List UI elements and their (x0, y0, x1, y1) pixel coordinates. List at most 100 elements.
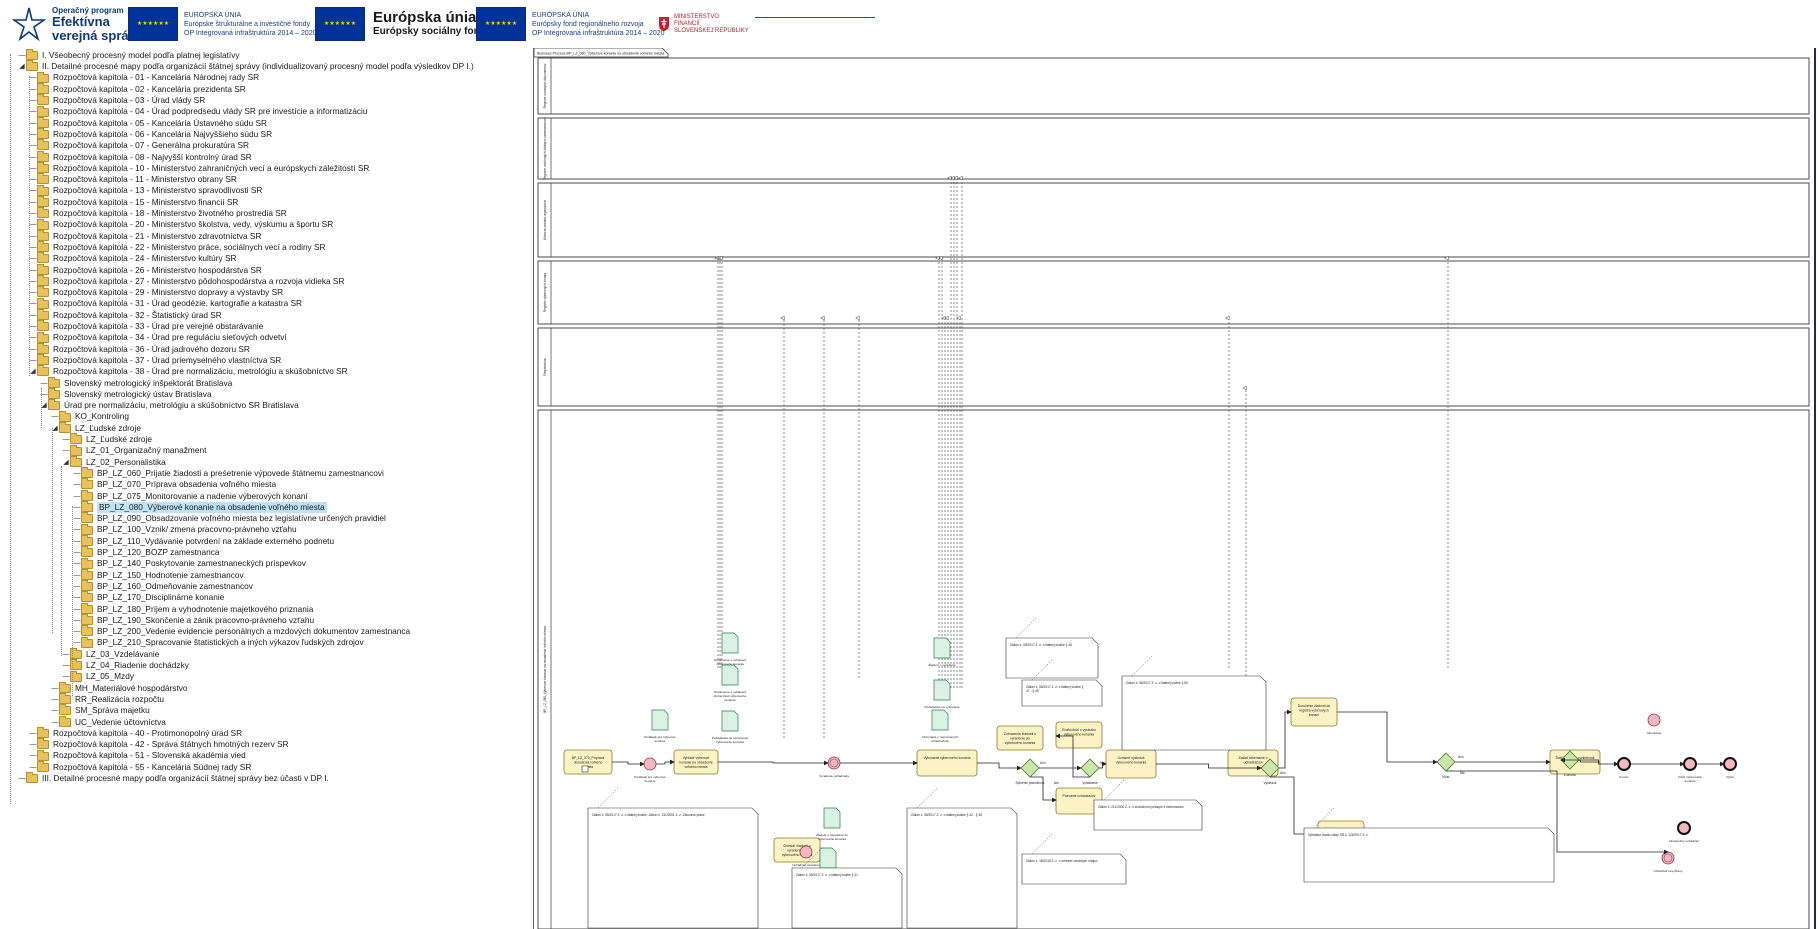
tree-node[interactable]: — BP_LZ_190_Skončenie a zánik pracovno-pr… (73, 614, 314, 626)
tree-node[interactable]: — Rozpočtová kapitola - 04 - Úrad podpred… (29, 105, 368, 118)
tree-node-label[interactable]: SM_Správa majetku (75, 705, 150, 716)
bpmn-diagram[interactable]: Business Process BP_LZ_080_Výberové kona… (534, 48, 1814, 929)
tree-node-label[interactable]: BP_LZ_190_Skončenie a zánik pracovno-prá… (97, 615, 314, 626)
tree-node-label[interactable]: Rozpočtová kapitola - 27 - Ministerstvo … (53, 276, 344, 287)
tree-node[interactable]: — BP_LZ_120_BOZP zamestnanca (73, 546, 220, 558)
tree-node[interactable]: — Rozpočtová kapitola - 24 - Ministerstvo… (29, 252, 237, 264)
tree-node-label[interactable]: Rozpočtová kapitola - 13 - Ministerstvo … (53, 185, 262, 196)
tree-node-label[interactable]: BP_LZ_090_Obsadzovanie voľného miesta be… (97, 513, 386, 524)
tree-node-label[interactable]: Rozpočtová kapitola - 03 - Úrad vlády SR (53, 95, 205, 106)
tree-node[interactable]: — Rozpočtová kapitola - 06 - Kancelária N… (29, 128, 272, 140)
tree-node[interactable]: — Rozpočtová kapitola - 32 - Štatistický … (29, 308, 222, 321)
bpmn-event[interactable] (799, 845, 813, 859)
tree-node[interactable]: — BP_LZ_110_Vydávanie potvrdení na základ… (73, 534, 334, 547)
tree-node[interactable]: — BP_LZ_080_Výberové konanie na obsadenie… (73, 501, 327, 514)
tree-node[interactable]: — UC_Vedenie účtovníctva (51, 715, 166, 728)
tree-node-label[interactable]: KO_Kontroling (75, 411, 129, 422)
tree-node-label[interactable]: BP_LZ_100_Vznik/ zmena pracovno-právneho… (97, 524, 297, 535)
tree-node-label[interactable]: Rozpočtová kapitola - 06 - Kancelária Na… (53, 129, 272, 140)
tree-node[interactable]: ◢ LZ_Ľudské zdroje (51, 421, 141, 434)
tree-node[interactable]: — BP_LZ_060_Prijatie žiadosti a preśetren… (73, 467, 384, 479)
bpmn-diagram-viewer[interactable]: Business Process BP_LZ_080_Výberové kona… (533, 48, 1816, 929)
tree-node[interactable]: — Rozpočtová kapitola - 42 - Správa štátn… (29, 738, 289, 750)
tree-node-label[interactable]: BP_LZ_075_Monitorovanie a nadenie výbero… (97, 491, 308, 502)
tree-node-label[interactable]: LZ_01_Organizačný manažment (86, 445, 206, 456)
tree-node-label[interactable]: BP_LZ_160_Odmeňovanie zamestnancov (97, 581, 253, 592)
tree-node-label[interactable]: Rozpočtová kapitola - 55 - Kancelária Sú… (53, 762, 251, 773)
tree-node-label[interactable]: RR_Realizácia rozpočtu (75, 694, 164, 705)
tree-node[interactable]: — Rozpočtová kapitola - 33 - Úrad pre ver… (29, 320, 263, 332)
tree-node[interactable]: — BP_LZ_200_Vedenie evidencie personálnyc… (73, 625, 410, 637)
bpmn-event[interactable] (1617, 757, 1631, 771)
tree-node[interactable]: — Rozpočtová kapitola - 07 - Generálna pr… (29, 139, 249, 151)
bpmn-event[interactable] (1647, 713, 1661, 727)
tree-node[interactable]: — Rozpočtová kapitola - 08 - Najvyšší kon… (29, 150, 252, 163)
tree-node-label[interactable]: LZ_04_Riadenie dochádzky (86, 660, 189, 671)
tree-node[interactable]: — Rozpočtová kapitola - 37 - Úrad priemys… (29, 354, 281, 366)
tree-node[interactable]: — Rozpočtová kapitola - 22 - Ministerstvo… (29, 241, 326, 253)
tree-node-label[interactable]: Rozpočtová kapitola - 04 - Úrad podpreds… (53, 106, 368, 117)
tree-node-label[interactable]: Rozpočtová kapitola - 34 - Úrad pre regu… (53, 332, 287, 343)
tree-node-label[interactable]: Rozpočtová kapitola - 05 - Kancelária Ús… (53, 118, 267, 129)
tree-node[interactable]: — LZ_01_Organizačný manažment (62, 444, 206, 457)
tree-node-label[interactable]: LZ_Ľudské zdroje (75, 423, 141, 434)
tree-node-label[interactable]: BP_LZ_150_Hodnotenie zamestnancov (97, 570, 244, 581)
tree-node-label[interactable]: BP_LZ_200_Vedenie evidencie personálnych… (97, 626, 410, 637)
tree-node-label[interactable]: Rozpočtová kapitola - 32 - Štatistický ú… (53, 310, 222, 321)
tree-node-label[interactable]: UC_Vedenie účtovníctva (75, 717, 166, 728)
tree-node-label[interactable]: Rozpočtová kapitola - 33 - Úrad pre vere… (53, 321, 263, 332)
tree-node[interactable]: — Rozpočtová kapitola - 05 - Kancelária Ú… (29, 116, 267, 129)
bpmn-event[interactable] (1723, 757, 1737, 771)
tree-node[interactable]: — Rozpočtová kapitola - 15 - Ministerstvo… (29, 195, 238, 208)
tree-node-label[interactable]: Slovenský metrologický ústav Bratislava (64, 389, 212, 400)
tree-node-label[interactable]: Rozpočtová kapitola - 11 - Ministerstvo … (53, 174, 237, 185)
tree-node-label[interactable]: Rozpočtová kapitola - 36 - Úrad jadrovéh… (53, 344, 250, 355)
tree-node-label[interactable]: BP_LZ_170_Disciplinárne konanie (97, 592, 224, 603)
tree-node[interactable]: — Rozpočtová kapitola - 11 - Ministerstvo… (29, 173, 237, 185)
tree-node[interactable]: — Rozpočtová kapitola - 10 - Ministerstvo… (29, 162, 369, 174)
tree-node[interactable]: — BP_LZ_150_Hodnotenie zamestnancov (73, 568, 244, 581)
tree-node[interactable]: — BP_LZ_100_Vznik/ zmena pracovno-právneh… (73, 523, 297, 536)
tree-node-label[interactable]: Slovenský metrologický inšpektorát Brati… (64, 378, 232, 389)
tree-node[interactable]: — Rozpočtová kapitola - 26 - Ministerstvo… (29, 263, 262, 276)
tree-node[interactable]: — Rozpočtová kapitola - 02 - Kancelária p… (29, 82, 246, 95)
tree-node-label[interactable]: BP_LZ_110_Vydávanie potvrdení na základe… (97, 536, 334, 547)
tree-node[interactable]: — RR_Realizácia rozpočtu (51, 693, 164, 705)
tree-node[interactable]: — Rozpočtová kapitola - 29 - Ministerstvo… (29, 286, 283, 298)
tree-node-label[interactable]: Rozpočtová kapitola - 40 - Protimonopoln… (53, 728, 242, 739)
tree-node-label[interactable]: Rozpočtová kapitola - 26 - Ministerstvo … (53, 265, 262, 276)
tree-node-label[interactable]: Rozpočtová kapitola - 24 - Ministerstvo … (53, 253, 237, 264)
process-tree[interactable]: — I. Všeobecný procesný model podľa platn… (0, 48, 530, 929)
expand-toggle-icon[interactable]: ◢ (62, 457, 70, 468)
tree-node[interactable]: — Rozpočtová kapitola - 51 - Slovenská ak… (29, 749, 246, 762)
bpmn-event[interactable] (1683, 757, 1697, 771)
tree-node-label[interactable]: Rozpočtová kapitola - 37 - Úrad priemyse… (53, 355, 281, 366)
tree-node-label[interactable]: Rozpočtová kapitola - 20 - Ministerstvo … (53, 219, 333, 230)
tree-node[interactable]: — BP_LZ_160_Odmeňovanie zamestnancov (73, 580, 253, 592)
tree-node-label[interactable]: Rozpočtová kapitola - 22 - Ministerstvo … (53, 242, 326, 253)
tree-node[interactable]: — Rozpočtová kapitola - 36 - Úrad jadrové… (29, 342, 250, 355)
tree-node-label[interactable]: Rozpočtová kapitola - 08 - Najvyšší kont… (53, 152, 252, 163)
tree-node[interactable]: — Rozpočtová kapitola - 34 - Úrad pre reg… (29, 331, 287, 344)
tree-node[interactable]: — Rozpočtová kapitola - 31 - Úrad geodézi… (29, 297, 302, 310)
bpmn-event[interactable] (643, 757, 657, 771)
expand-toggle-icon[interactable]: ◢ (18, 61, 26, 72)
tree-node-label[interactable]: Rozpočtová kapitola - 15 - Ministerstvo … (53, 197, 238, 208)
tree-node-label[interactable]: Rozpočtová kapitola - 51 - Slovenská aka… (53, 750, 246, 761)
tree-node-label[interactable]: LZ_02_Personalistika (86, 457, 166, 468)
tree-node[interactable]: — Rozpočtová kapitola - 55 - Kancelária S… (29, 760, 251, 773)
tree-node[interactable]: — III. Detailné procesné mapy podľa organ… (18, 772, 329, 784)
tree-node[interactable]: ◢ II. Detailné procesné mapy podľa organi… (18, 60, 474, 72)
tree-node-label[interactable]: Úrad pre normalizáciu, metrológiu a skúš… (64, 400, 299, 411)
tree-node[interactable]: — BP_LZ_170_Disciplinárne konanie (73, 591, 224, 603)
tree-node-label[interactable]: LZ_Ľudské zdroje (86, 434, 152, 445)
tree-node-label[interactable]: Rozpočtová kapitola - 38 - Úrad pre norm… (53, 366, 348, 377)
tree-node[interactable]: — Rozpočtová kapitola - 01 - Kancelária N… (29, 71, 259, 84)
tree-node[interactable]: — Rozpočtová kapitola - 18 - Ministerstvo… (29, 207, 287, 219)
tree-node[interactable]: — BP_LZ_140_Poskytovanie zamestnaneckých … (73, 557, 306, 570)
tree-node[interactable]: — Slovenský metrologický inšpektorát Brat… (40, 376, 232, 389)
tree-node-label[interactable]: Rozpočtová kapitola - 31 - Úrad geodézie… (53, 298, 302, 309)
tree-node[interactable]: — Slovenský metrologický ústav Bratislava (40, 388, 212, 400)
tree-node[interactable]: — BP_LZ_180_Príjem a vyhodnotenie majetko… (73, 602, 313, 615)
tree-node[interactable]: — BP_LZ_075_Monitorovanie a nadenie výber… (73, 489, 308, 502)
